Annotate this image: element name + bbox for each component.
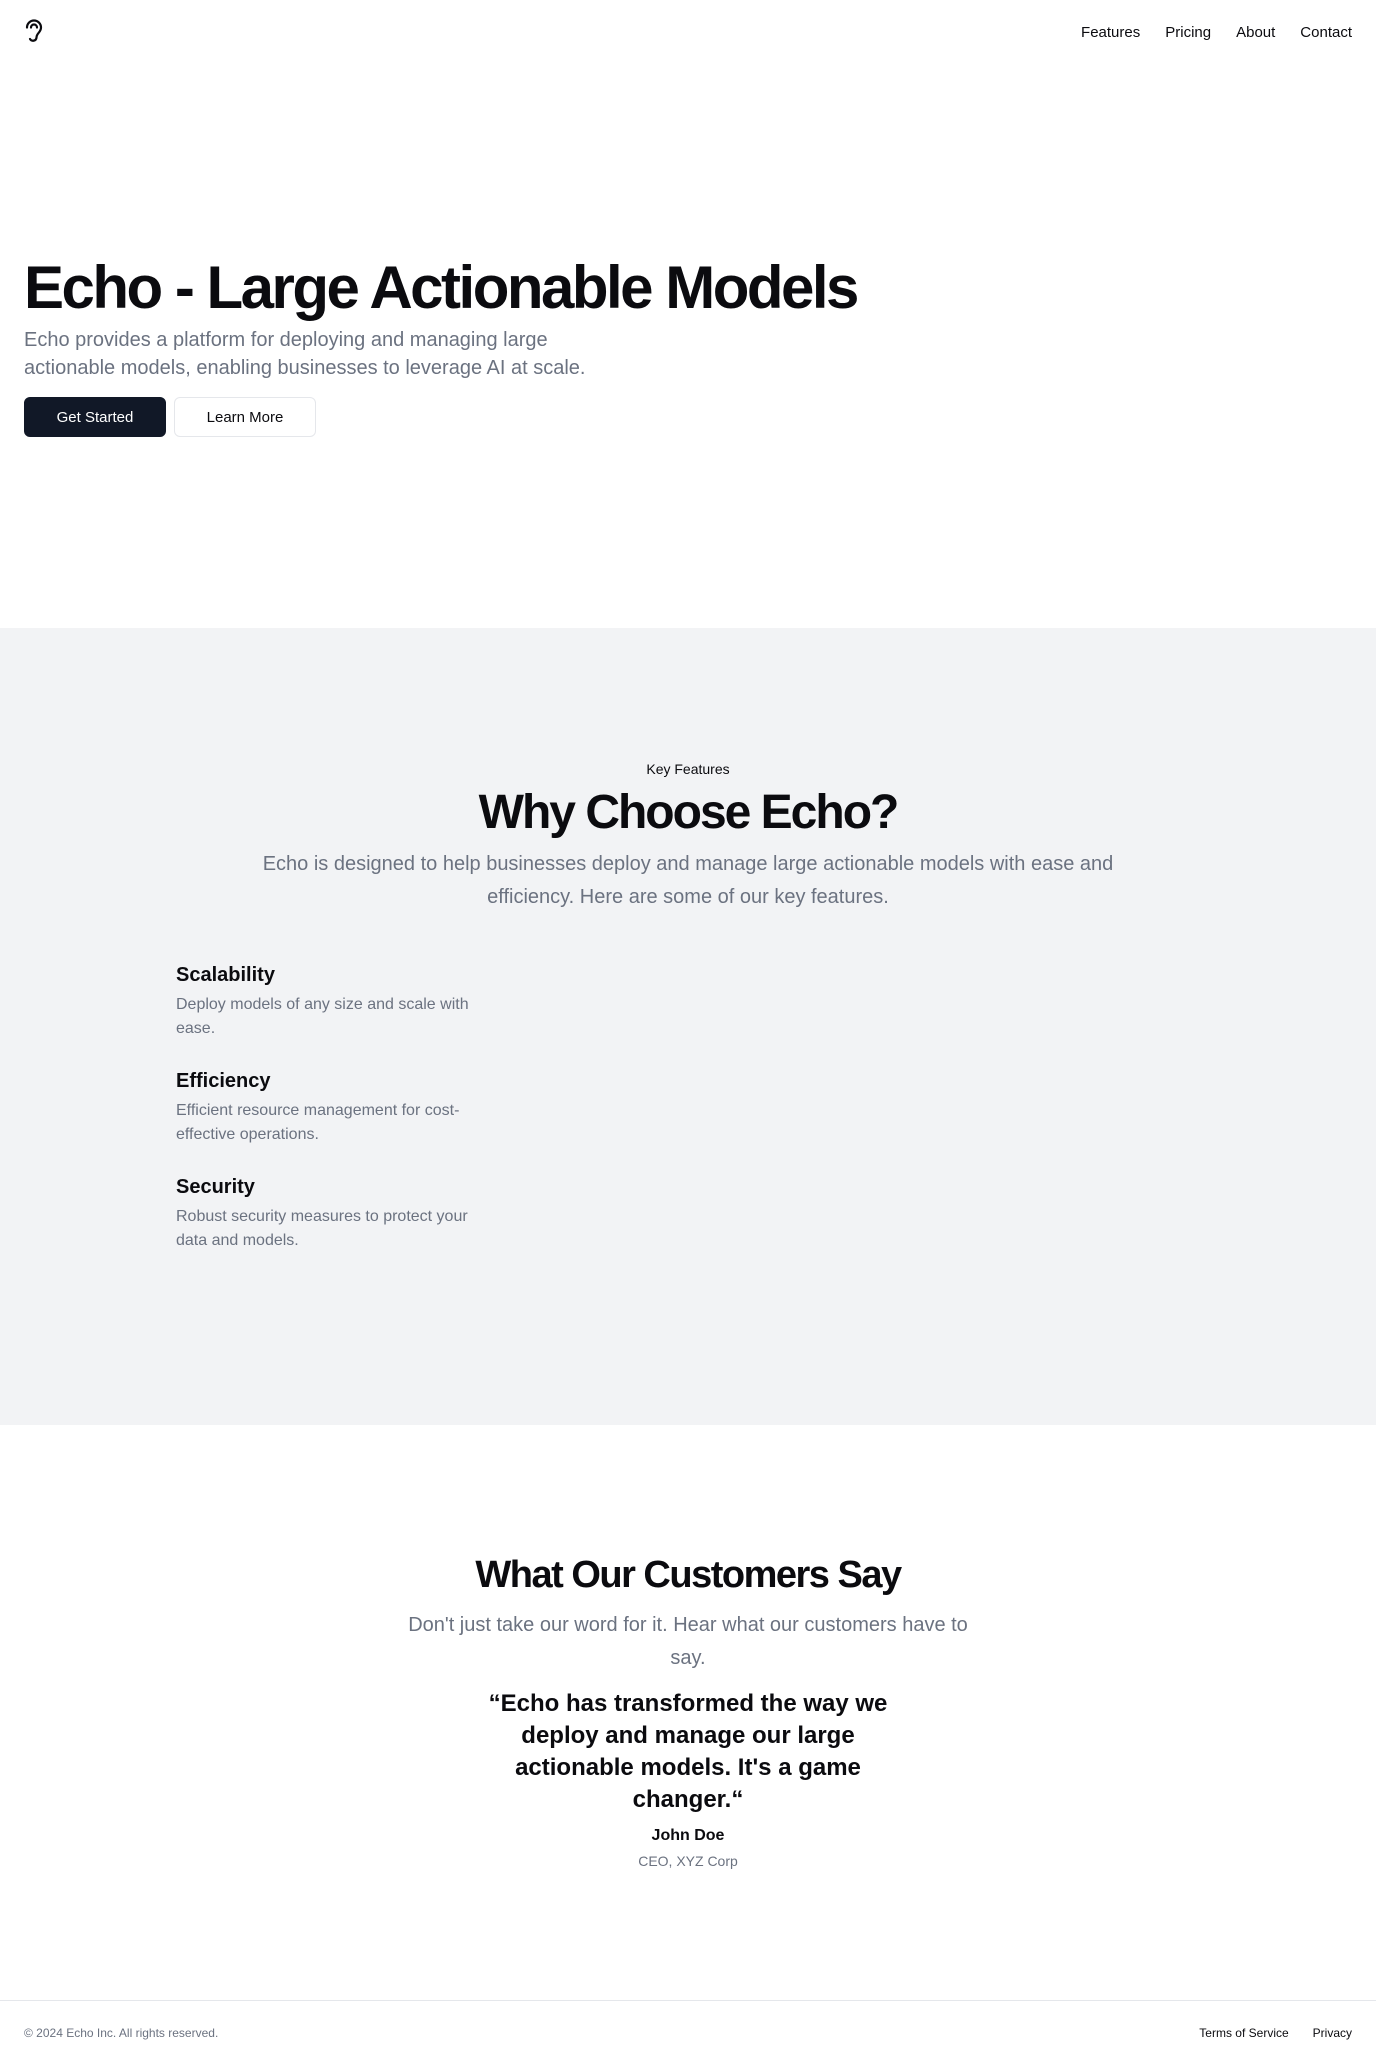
testimonials-title: What Our Customers Say: [475, 1554, 902, 1596]
testimonials-section: What Our Customers Say Don't just take o…: [0, 1425, 1376, 2000]
features-title: Why Choose Echo?: [478, 786, 900, 839]
learn-more-button[interactable]: Learn More: [174, 397, 316, 437]
feature-title: Security: [176, 1176, 255, 1198]
feature-item-scalability: Scalability Deploy models of any size an…: [176, 961, 496, 1041]
nav-link-pricing[interactable]: Pricing: [1165, 24, 1211, 41]
feature-list: Scalability Deploy models of any size an…: [176, 961, 496, 1279]
feature-text: Robust security measures to protect your…: [176, 1208, 468, 1249]
terms-of-service-link[interactable]: Terms of Service: [1199, 2026, 1288, 2040]
features-lead: Echo is designed to help businesses depl…: [262, 853, 1114, 908]
testimonial-role: CEO, XYZ Corp: [638, 1853, 738, 1869]
hero-title: Echo - Large Actionable Models: [24, 254, 859, 321]
hero-subtitle: Echo provides a platform for deploying a…: [24, 329, 586, 379]
site-header: Features Pricing About Contact: [0, 0, 1376, 64]
feature-text: Deploy models of any size and scale with…: [176, 996, 469, 1037]
nav-link-features[interactable]: Features: [1081, 24, 1140, 41]
copyright-text: © 2024 Echo Inc. All rights reserved.: [24, 2025, 219, 2040]
hero-buttons: Get Started Learn More: [24, 397, 1024, 437]
testimonials-lead: Don't just take our word for it. Hear wh…: [408, 1614, 968, 1669]
nav-link-contact[interactable]: Contact: [1300, 24, 1352, 41]
hero-section: Echo - Large Actionable Models Echo prov…: [24, 250, 1024, 437]
privacy-link[interactable]: Privacy: [1313, 2026, 1352, 2040]
feature-title: Efficiency: [176, 1070, 271, 1092]
testimonial-author: John Doe: [651, 1827, 725, 1844]
get-started-button[interactable]: Get Started: [24, 397, 166, 437]
nav-link-about[interactable]: About: [1236, 24, 1275, 41]
feature-item-efficiency: Efficiency Efficient resource management…: [176, 1067, 496, 1147]
main-nav: Features Pricing About Contact: [1081, 24, 1352, 41]
site-footer: © 2024 Echo Inc. All rights reserved. Te…: [0, 2000, 1376, 2064]
features-eyebrow: Key Features: [646, 761, 730, 777]
feature-item-security: Security Robust security measures to pro…: [176, 1173, 496, 1253]
footer-links: Terms of Service Privacy: [1199, 2026, 1352, 2040]
testimonial-quote: “Echo has transformed the way we deploy …: [488, 1690, 888, 1813]
feature-title: Scalability: [176, 964, 275, 986]
ear-icon[interactable]: [24, 18, 48, 46]
feature-text: Efficient resource management for cost-e…: [176, 1102, 460, 1143]
features-section: Key Features Why Choose Echo? Echo is de…: [0, 628, 1376, 1425]
